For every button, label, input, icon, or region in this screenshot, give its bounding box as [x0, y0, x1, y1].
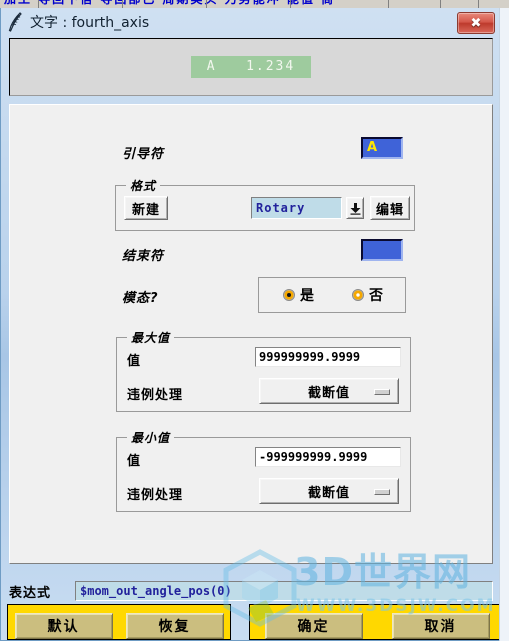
ok-button[interactable]: 确定	[264, 613, 363, 639]
format-combo-input[interactable]: Rotary	[251, 197, 342, 219]
modal-option-yes[interactable]: 是	[283, 285, 314, 305]
expression-label: 表达式	[9, 585, 52, 601]
menu-separator	[440, 0, 441, 8]
min-violation-label: 违例处理	[127, 488, 184, 503]
format-group: 格式 新建 Rotary 编辑	[115, 177, 415, 231]
radio-unselected-icon	[352, 289, 364, 301]
modal-option-yes-label: 是	[300, 288, 314, 304]
leader-glyph-a: A	[367, 140, 378, 155]
max-group-legend: 最大值	[127, 329, 175, 346]
min-value-label: 值	[127, 454, 142, 469]
modal-label: 模态?	[122, 291, 159, 306]
dialog-window: 文字 : fourth_axis ✖ A 1.234 引导符 A 格式 新建 R…	[0, 8, 505, 641]
application-window: 加工 导回下信 导回部已 周期类头 刀势能冲 能值 筒 文字 : fourth_…	[0, 0, 509, 641]
min-violation-option-menu[interactable]: 截断值	[259, 478, 399, 504]
max-value-input[interactable]: 999999999.9999	[255, 347, 401, 367]
expression-row: 表达式 $mom_out_angle_pos(0)	[9, 580, 493, 602]
menu-separator	[478, 0, 479, 8]
max-violation-option-menu[interactable]: 截断值	[259, 378, 399, 404]
new-format-button[interactable]: 新建	[124, 196, 168, 220]
parent-menu-labels: 加工 导回下信 导回部已 周期类头 刀势能冲 能值 筒	[4, 0, 335, 7]
parent-window-scrollbar[interactable]	[499, 8, 509, 641]
menu-separator	[122, 0, 123, 8]
max-violation-value: 截断值	[307, 385, 350, 401]
terminator-row: 结束符	[122, 245, 164, 264]
form-panel: 引导符 A 格式 新建 Rotary 编辑 结束符 模态? 是 否 最大值 值 …	[9, 104, 493, 564]
leader-label: 引导符	[122, 147, 165, 162]
format-dropdown-button[interactable]	[346, 197, 364, 219]
modal-option-no[interactable]: 否	[352, 285, 383, 305]
menu-separator	[38, 0, 39, 8]
option-menu-bar-icon	[374, 389, 390, 395]
menu-separator	[206, 0, 207, 8]
modal-option-no-label: 否	[369, 288, 383, 304]
max-violation-label: 违例处理	[127, 388, 184, 403]
title-bar[interactable]: 文字 : fourth_axis ✖	[1, 8, 499, 36]
left-action-bar: 默认 恢复	[7, 604, 231, 640]
max-value-label: 值	[127, 354, 142, 369]
restore-button[interactable]: 恢复	[125, 613, 224, 639]
right-action-bar: 确定 取消	[249, 604, 505, 640]
text-preview-panel: A 1.234	[9, 38, 493, 96]
menu-separator	[290, 0, 291, 8]
terminator-label: 结束符	[122, 249, 165, 264]
feather-pen-icon	[8, 12, 22, 32]
edit-format-button[interactable]: 编辑	[370, 196, 410, 220]
modal-radio-group: 是 否	[258, 277, 406, 313]
terminator-color-button[interactable]	[361, 239, 403, 261]
format-group-legend: 格式	[126, 177, 161, 194]
cancel-button[interactable]: 取消	[391, 613, 490, 639]
close-icon: ✖	[470, 15, 482, 31]
option-menu-bar-icon	[374, 489, 390, 495]
min-value-input[interactable]: -999999999.9999	[255, 447, 401, 467]
min-value-group: 最小值 值 -999999999.9999 违例处理 截断值	[116, 429, 411, 512]
max-value-group: 最大值 值 999999999.9999 违例处理 截断值	[116, 329, 411, 412]
min-violation-value: 截断值	[307, 485, 350, 501]
menu-separator	[388, 0, 389, 8]
radio-selected-icon	[283, 289, 295, 301]
min-group-legend: 最小值	[127, 429, 175, 446]
preview-text: A 1.234	[190, 56, 312, 78]
leader-row: 引导符	[122, 143, 164, 162]
arrow-down-icon	[350, 202, 360, 215]
leader-color-button[interactable]: A	[361, 137, 403, 159]
expression-input[interactable]: $mom_out_angle_pos(0)	[75, 581, 493, 601]
close-button[interactable]: ✖	[457, 12, 495, 34]
default-button[interactable]: 默认	[14, 613, 113, 639]
modal-row: 模态?	[122, 287, 159, 306]
window-title: 文字 : fourth_axis	[30, 15, 150, 31]
